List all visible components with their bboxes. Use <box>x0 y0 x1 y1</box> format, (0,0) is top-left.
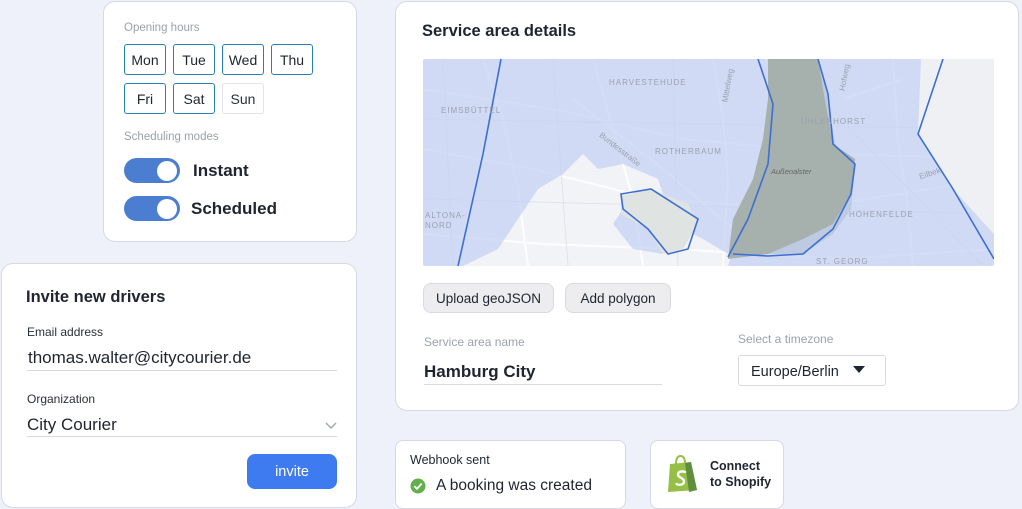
service-area-name-input[interactable]: Hamburg City <box>424 362 535 382</box>
email-label: Email address <box>27 325 104 339</box>
day-fri[interactable]: Fri <box>124 83 166 114</box>
map-canvas <box>423 59 994 266</box>
organization-label: Organization <box>27 392 96 406</box>
shopify-line2: to Shopify <box>710 475 772 489</box>
day-tue[interactable]: Tue <box>173 44 215 75</box>
day-sat[interactable]: Sat <box>173 83 215 114</box>
map-label-eimsbuettel: EIMSBÜTTEL <box>441 106 502 115</box>
map-label-hohenfelde: HOHENFELDE <box>849 210 914 219</box>
opening-hours-card: Opening hours Mon Tue Wed Thu Fri Sat Su… <box>103 1 357 242</box>
upload-geojson-button[interactable]: Upload geoJSON <box>423 283 554 313</box>
map-label-uhlenhorst: UHLENHORST <box>801 117 867 126</box>
scheduled-toggle[interactable] <box>124 196 180 221</box>
add-polygon-button[interactable]: Add polygon <box>565 283 671 313</box>
map-label-altona: ALTONA- <box>425 211 466 220</box>
webhook-message: A booking was created <box>436 477 592 494</box>
organization-underline <box>27 436 337 437</box>
scheduling-modes-label: Scheduling modes <box>124 131 219 143</box>
map-label-aussenalster: Außenalster <box>771 167 812 176</box>
day-wed[interactable]: Wed <box>222 44 264 75</box>
scheduled-label: Scheduled <box>191 199 277 218</box>
shopify-bag-icon <box>668 455 697 492</box>
webhook-card: Webhook sent A booking was created <box>395 440 626 509</box>
service-area-card: Service area details HARVESTEHUDE EIMSBÜ… <box>395 1 1019 411</box>
email-field[interactable]: thomas.walter@citycourier.de <box>28 348 251 368</box>
day-thu[interactable]: Thu <box>271 44 313 75</box>
invite-title: Invite new drivers <box>26 288 166 306</box>
instant-label: Instant <box>193 161 249 180</box>
timezone-label: Select a timezone <box>738 332 834 346</box>
invite-button[interactable]: invite <box>247 454 337 489</box>
map-label-altona-nord: NORD <box>425 221 453 230</box>
organization-select[interactable]: City Courier <box>27 415 117 435</box>
name-underline <box>424 384 662 385</box>
opening-hours-label: Opening hours <box>124 22 200 34</box>
check-circle-icon <box>410 478 426 494</box>
email-underline <box>27 370 337 371</box>
service-area-title: Service area details <box>422 22 577 40</box>
chevron-down-icon[interactable] <box>325 422 337 430</box>
map-label-rotherbaum: ROTHERBAUM <box>655 147 722 156</box>
day-sun[interactable]: Sun <box>222 83 264 114</box>
toggle-knob <box>157 198 177 219</box>
instant-toggle[interactable] <box>124 158 180 183</box>
map-label-st-georg: ST. GEORG <box>816 257 869 266</box>
timezone-value: Europe/Berlin <box>751 364 839 380</box>
shopify-line1: Connect <box>710 459 760 473</box>
caret-down-icon <box>853 366 865 373</box>
service-area-map[interactable]: HARVESTEHUDE EIMSBÜTTEL ROTHERBAUM Bunde… <box>423 59 994 266</box>
connect-shopify-card[interactable]: Connect to Shopify <box>650 440 784 509</box>
map-label-harvestehude: HARVESTEHUDE <box>609 78 687 87</box>
webhook-label: Webhook sent <box>410 453 490 467</box>
service-area-name-label: Service area name <box>424 335 525 349</box>
day-mon[interactable]: Mon <box>124 44 166 75</box>
timezone-select[interactable]: Europe/Berlin <box>738 355 886 386</box>
toggle-knob <box>157 160 177 181</box>
invite-drivers-card: Invite new drivers Email address thomas.… <box>1 263 357 508</box>
